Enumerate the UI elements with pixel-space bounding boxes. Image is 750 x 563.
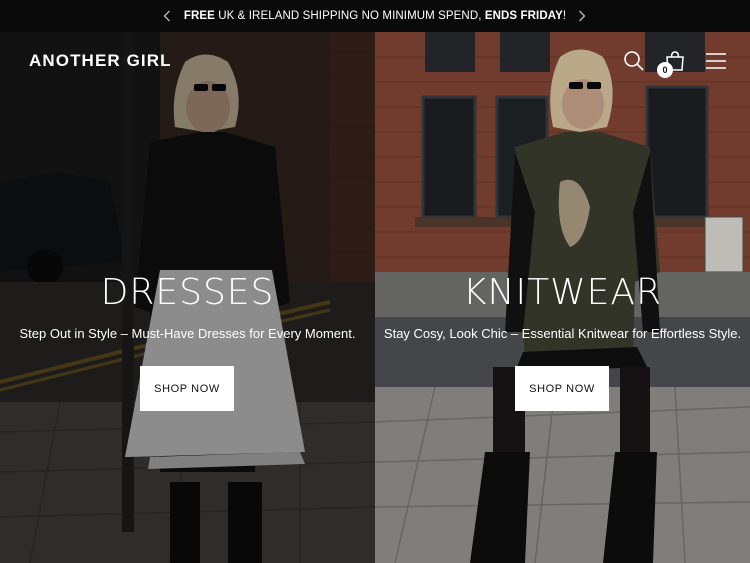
menu-icon[interactable] [704, 49, 728, 73]
announcement-bold-start: FREE [183, 10, 215, 22]
search-icon[interactable] [622, 49, 646, 73]
chevron-left-icon[interactable] [159, 8, 175, 24]
knitwear-title: KNITWEAR [462, 272, 663, 313]
cart-count-badge: 0 [657, 62, 673, 78]
announcement-suffix: ! [562, 10, 567, 22]
shop-now-knitwear-button[interactable]: SHOP NOW [515, 366, 609, 411]
dresses-title: DRESSES [100, 272, 275, 313]
hero-panel-knitwear[interactable]: KNITWEAR Stay Cosy, Look Chic – Essentia… [375, 32, 750, 563]
site-logo[interactable]: ANOTHER GIRL [29, 51, 172, 71]
announcement-bold-end: ENDS FRIDAY [484, 10, 563, 22]
hero-panel-dresses[interactable]: DRESSES Step Out in Style – Must-Have Dr… [0, 32, 375, 563]
announcement-text: FREE UK & IRELAND SHIPPING NO MINIMUM SP… [184, 10, 566, 22]
knitwear-subtitle: Stay Cosy, Look Chic – Essential Knitwea… [383, 326, 742, 341]
chevron-right-icon[interactable] [574, 8, 590, 24]
site-header: ANOTHER GIRL 0 [0, 32, 750, 88]
announcement-middle: UK & IRELAND SHIPPING NO MINIMUM SPEND, [214, 10, 485, 22]
announcement-bar: FREE UK & IRELAND SHIPPING NO MINIMUM SP… [0, 0, 750, 32]
dresses-subtitle: Step Out in Style – Must-Have Dresses fo… [19, 326, 356, 341]
shop-now-dresses-button[interactable]: SHOP NOW [140, 366, 234, 411]
